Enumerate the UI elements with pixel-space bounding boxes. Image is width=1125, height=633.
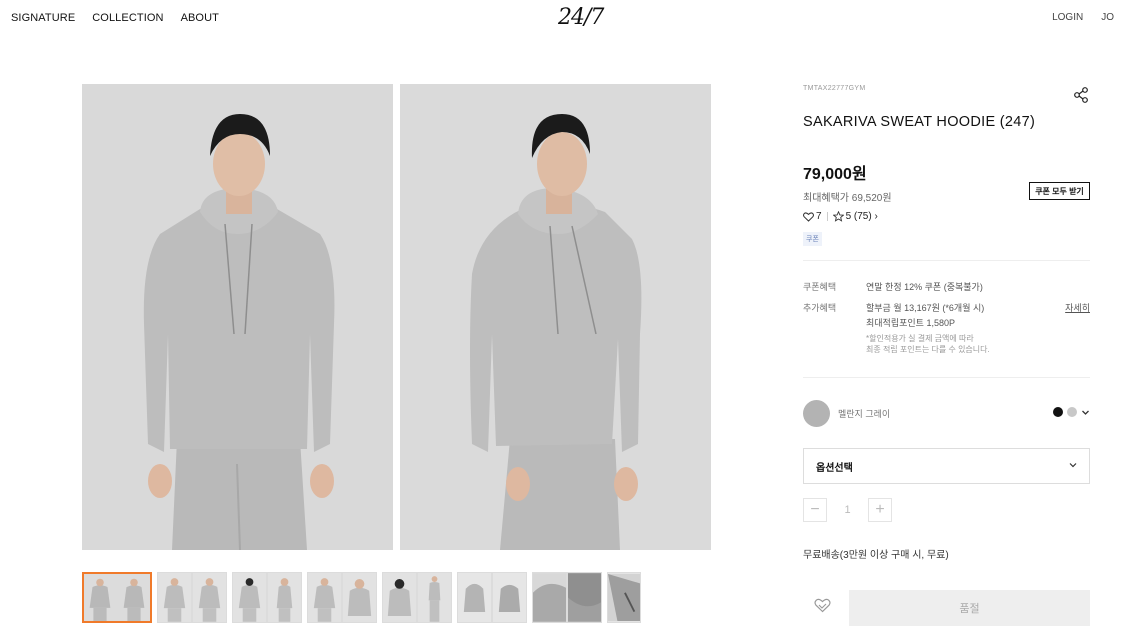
heart-icon[interactable] — [803, 211, 814, 222]
main-nav: SIGNATURE COLLECTION ABOUT — [11, 12, 219, 24]
color-option-black[interactable] — [1053, 407, 1063, 417]
social-stats: 7 5 (75) › — [803, 211, 878, 222]
brand-logo[interactable]: 24/7 — [558, 5, 604, 30]
divider — [803, 377, 1090, 378]
product-title: SAKARIVA SWEAT HOODIE (247) — [803, 114, 1036, 130]
coupon-benefit-value: 연말 한정 12% 쿠폰 (중복불가) — [866, 282, 983, 292]
color-selector: 멜란지 그레이 — [803, 399, 1090, 427]
chevron-down-icon — [1069, 463, 1077, 468]
star-icon — [832, 211, 844, 222]
option-select-label: 옵션선택 — [816, 462, 853, 474]
decrease-quantity-button[interactable]: − — [803, 498, 827, 522]
rating-link[interactable]: 5 (75) › — [846, 211, 878, 222]
user-link[interactable]: JO — [1101, 12, 1114, 23]
color-options-toggle[interactable] — [1053, 407, 1090, 417]
thumbnail-1[interactable] — [82, 572, 152, 623]
thumbnail-2[interactable] — [157, 572, 227, 623]
model-front-illustration — [82, 84, 393, 550]
product-image-front[interactable] — [82, 84, 393, 550]
color-option-gray[interactable] — [1067, 407, 1077, 417]
chevron-down-icon — [1082, 410, 1089, 415]
share-icon[interactable] — [1072, 86, 1090, 104]
installment-info: 할부금 월 13,167원 (*6개월 시) — [866, 303, 985, 313]
product-price: 79,000원 — [803, 166, 867, 183]
increase-quantity-button[interactable]: + — [868, 498, 892, 522]
get-all-coupons-button[interactable]: 쿠폰 모두 받기 — [1029, 182, 1090, 200]
thumbnail-5[interactable] — [382, 572, 452, 623]
coupon-benefit-label: 쿠폰혜택 — [803, 282, 837, 292]
points-note-1: *할인적용가 실 결제 금액에 따라 — [866, 334, 974, 343]
product-image-side[interactable] — [400, 84, 711, 550]
wishlist-heart-icon[interactable] — [814, 598, 831, 613]
model-side-illustration — [400, 84, 711, 550]
extra-benefit-label: 추가혜택 — [803, 303, 837, 313]
thumbnail-7[interactable] — [532, 572, 602, 623]
quantity-stepper: − 1 + — [803, 498, 892, 522]
coupon-tag: 쿠폰 — [803, 232, 822, 246]
thumbnail-6[interactable] — [457, 572, 527, 623]
product-code: TMTAX22777GYM — [803, 85, 866, 92]
user-nav: LOGIN JO — [1052, 12, 1114, 23]
thumbnail-3[interactable] — [232, 572, 302, 623]
soldout-button[interactable]: 품절 — [849, 590, 1090, 626]
nav-about[interactable]: ABOUT — [181, 12, 219, 24]
option-select-dropdown[interactable]: 옵션선택 — [803, 448, 1090, 484]
divider — [803, 260, 1090, 261]
max-benefit-price: 최대혜택가 69,520원 — [803, 193, 892, 204]
shipping-info: 무료배송(3만원 이상 구매 시, 무료) — [803, 550, 949, 561]
selected-color-name: 멜란지 그레이 — [838, 408, 891, 419]
like-count: 7 — [816, 211, 822, 222]
max-points-info: 최대적립포인트 1,580P — [866, 318, 955, 328]
benefit-detail-link[interactable]: 자세히 — [1065, 301, 1090, 314]
nav-collection[interactable]: COLLECTION — [92, 12, 163, 24]
divider — [826, 212, 828, 221]
points-note-2: 최종 적립 포인트는 다를 수 있습니다. — [866, 345, 990, 354]
thumbnail-strip — [82, 572, 641, 623]
login-link[interactable]: LOGIN — [1052, 12, 1083, 23]
quantity-value[interactable]: 1 — [827, 504, 868, 516]
selected-color-swatch — [803, 399, 830, 427]
thumbnail-4[interactable] — [307, 572, 377, 623]
thumbnail-8[interactable] — [607, 572, 641, 623]
nav-signature[interactable]: SIGNATURE — [11, 12, 75, 24]
